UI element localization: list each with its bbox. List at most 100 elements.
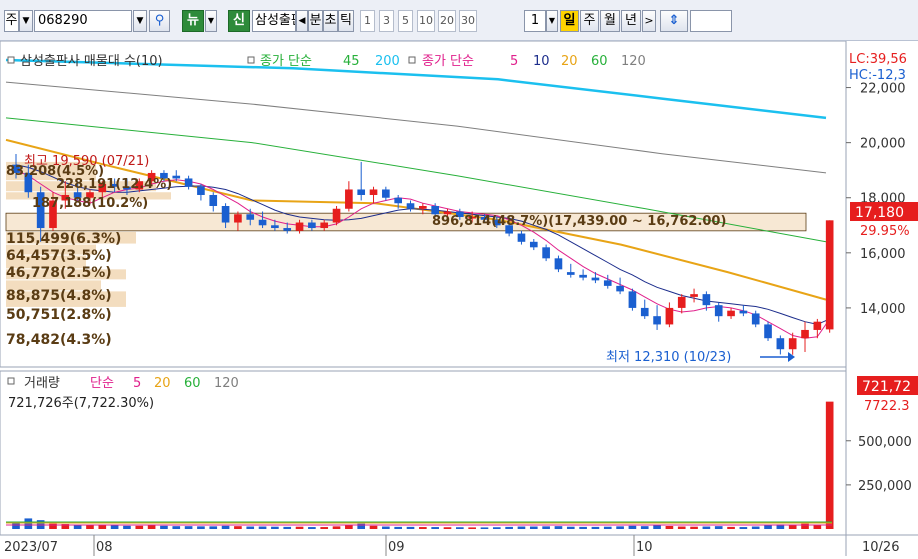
stock-name-field: 삼성출판사 <box>252 10 296 32</box>
candle-body <box>739 310 748 314</box>
market-select[interactable]: 주 <box>4 10 19 32</box>
volume-bar <box>197 526 205 529</box>
count-select[interactable]: 1 <box>524 10 546 32</box>
toolbar: 주 ▼ 068290 ▼ ⚲ 뉴 ▼ 신 삼성출판사 ◀ 분 초 틱 1 3 5… <box>0 0 918 41</box>
next-arrow-icon[interactable]: > <box>642 10 656 32</box>
cycle-year-button[interactable]: 년 <box>621 10 641 32</box>
volume-bar <box>431 527 439 529</box>
change-rate-value: 29.95% <box>860 224 910 239</box>
prev-arrow-icon[interactable]: ◀ <box>296 10 308 32</box>
volume-summary: 721,726주(7,722.30%) <box>8 396 154 411</box>
ma-short-legend-20: 20 <box>561 54 578 69</box>
candle-body <box>197 186 205 195</box>
ma-short-legend-label[interactable]: 종가 단순 <box>422 54 474 69</box>
ma-short-legend-marker <box>408 56 416 64</box>
volume-ma-5: 5 <box>133 376 141 391</box>
volume-bar <box>86 525 94 529</box>
candle-body <box>320 222 329 229</box>
candle-body <box>764 324 772 339</box>
candle-body <box>677 296 686 308</box>
price-legend-marker <box>7 56 15 64</box>
volume-bar <box>764 525 772 529</box>
volume-bar <box>394 526 403 529</box>
minute-button[interactable]: 분 <box>308 10 323 32</box>
volume-bar <box>653 525 661 529</box>
search-icon[interactable]: ⚲ <box>149 10 170 32</box>
candle-body <box>653 316 661 325</box>
period-3-button[interactable]: 3 <box>379 10 394 32</box>
price-tick-label: 14,000 <box>860 302 906 317</box>
cycle-day-button[interactable]: 일 <box>560 10 579 32</box>
volume-ma-120: 120 <box>214 376 239 391</box>
volume-tick-label: 500,000 <box>858 435 912 450</box>
volume-ma-60: 60 <box>184 376 201 391</box>
news-dropdown-arrow[interactable]: ▼ <box>205 10 217 32</box>
tick-button[interactable]: 틱 <box>338 10 354 32</box>
volume-bar <box>468 527 476 529</box>
candle-body <box>529 241 538 248</box>
stock-code-input[interactable]: 068290 <box>34 10 132 32</box>
candle-body <box>271 225 279 229</box>
market-dropdown-arrow[interactable]: ▼ <box>19 10 33 32</box>
candle-body <box>603 280 612 286</box>
time-tick-label: 2023/07 <box>4 540 58 555</box>
profile-label-7: 88,875(4.8%) <box>6 288 112 304</box>
high-price-label: 최고 19,590 (07/21) <box>24 154 149 169</box>
volume-bar <box>616 526 624 529</box>
volume-tick-label: 250,000 <box>858 479 912 494</box>
period-1-button[interactable]: 1 <box>360 10 375 32</box>
volume-bar <box>591 526 600 529</box>
blank-input[interactable] <box>690 10 732 32</box>
volume-bar <box>308 527 316 529</box>
candle-body <box>566 272 575 275</box>
volume-bar <box>529 526 538 529</box>
volume-bar <box>690 526 698 529</box>
volume-bar <box>246 526 255 529</box>
period-30-button[interactable]: 30 <box>459 10 477 32</box>
volume-bar <box>739 527 748 529</box>
period-5-button[interactable]: 5 <box>398 10 413 32</box>
cycle-month-button[interactable]: 월 <box>600 10 620 32</box>
candle-body <box>406 203 415 209</box>
volume-bar <box>554 526 563 529</box>
volume-bar <box>579 526 587 529</box>
volume-bar <box>665 526 674 529</box>
ma-short-legend-10: 10 <box>533 54 550 69</box>
volume-bar <box>677 526 686 529</box>
candle-body <box>616 285 624 292</box>
volume-legend-title[interactable]: 거래량 <box>24 376 60 391</box>
volume-bar <box>566 526 575 529</box>
time-tick-label: 08 <box>96 540 113 555</box>
volume-ratio-value: 7722.3 <box>864 399 910 414</box>
volume-bar <box>455 527 464 529</box>
news-button[interactable]: 뉴 <box>182 10 204 32</box>
profile-label-6: 46,778(2.5%) <box>6 265 112 281</box>
volume-bar <box>147 525 156 529</box>
period-10-button[interactable]: 10 <box>417 10 435 32</box>
second-button[interactable]: 초 <box>323 10 338 32</box>
hc-label: HC:-12,3 <box>849 68 906 83</box>
volume-bar <box>714 526 723 529</box>
price-legend-title[interactable]: 삼성출판사 매물대 수(10) <box>20 54 163 69</box>
cycle-week-button[interactable]: 주 <box>580 10 599 32</box>
ma-long-legend-label[interactable]: 종가 단순 <box>260 54 312 69</box>
updown-arrow-icon[interactable]: ⇕ <box>660 10 688 32</box>
volume-bar <box>640 526 649 529</box>
code-dropdown-arrow[interactable]: ▼ <box>133 10 147 32</box>
candle-body <box>813 321 822 330</box>
volume-bar <box>825 401 834 529</box>
candle-body <box>258 219 267 226</box>
profile-label-4: 115,499(6.3%) <box>6 231 121 247</box>
ma-long-legend-200: 200 <box>375 54 400 69</box>
candle-body <box>283 228 292 231</box>
volume-bar <box>603 526 612 529</box>
volume-bar <box>320 527 329 529</box>
count-dropdown-arrow[interactable]: ▼ <box>546 10 558 32</box>
credit-button[interactable]: 신 <box>228 10 250 32</box>
candle-body <box>234 214 242 223</box>
volume-bar <box>295 526 304 529</box>
volume-ma-label[interactable]: 단순 <box>90 376 114 391</box>
period-20-button[interactable]: 20 <box>438 10 456 32</box>
chart-area: 22,000 20,000 18,000 16,000 14,000 500,000 250… <box>0 40 918 556</box>
candle-body <box>172 175 181 179</box>
